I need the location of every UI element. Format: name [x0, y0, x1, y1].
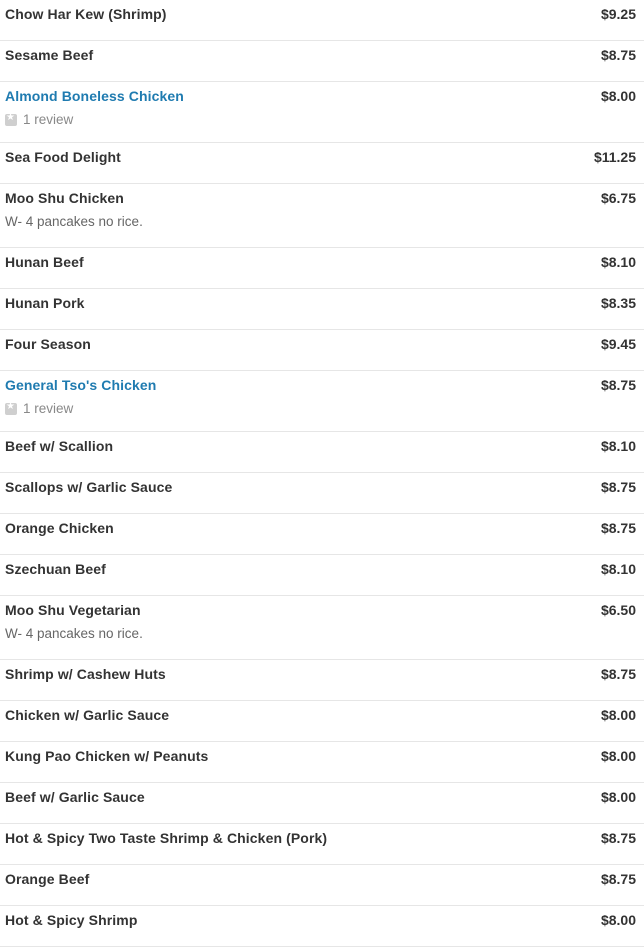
review-count-label: 1 review — [23, 112, 74, 127]
menu-item-name: Hunan Pork — [5, 295, 85, 311]
menu-item-row[interactable]: Moo Shu Chicken $6.75 W- 4 pancakes no ric… — [0, 184, 644, 248]
menu-item-price: $9.25 — [600, 6, 636, 22]
menu-item-row[interactable]: Beef w/ Garlic Sauce $8.00 — [0, 783, 644, 824]
menu-item-name: Szechuan Beef — [5, 561, 106, 577]
menu-item-row[interactable]: Szechuan Beef $8.10 — [0, 555, 644, 596]
menu-list: Chow Har Kew (Shrimp) $9.25 Sesame Beef $8.… — [0, 0, 644, 947]
menu-item-name: Chicken w/ Garlic Sauce — [5, 707, 170, 723]
menu-item-name: Hot & Spicy Two Taste Shrimp & Chicken (… — [5, 830, 328, 846]
menu-item-row[interactable]: Sea Food Delight $11.25 — [0, 143, 644, 184]
menu-item-price: $8.75 — [600, 47, 636, 63]
menu-item-name: Kung Pao Chicken w/ Peanuts — [5, 748, 209, 764]
menu-item-row[interactable]: Shrimp w/ Cashew Huts $8.75 — [0, 660, 644, 701]
menu-item-row[interactable]: Chow Har Kew (Shrimp) $9.25 — [0, 0, 644, 41]
menu-item-name: Orange Beef — [5, 871, 90, 887]
menu-item-price: $6.75 — [600, 190, 636, 206]
menu-item-name: Beef w/ Scallion — [5, 438, 114, 454]
menu-item-name: Shrimp w/ Cashew Huts — [5, 666, 166, 682]
menu-item-name-link[interactable]: Almond Boneless Chicken — [5, 88, 184, 104]
menu-item-name: Scallops w/ Garlic Sauce — [5, 479, 173, 495]
menu-item-price: $8.75 — [600, 377, 636, 393]
menu-item-description: W- 4 pancakes no rice. — [5, 626, 143, 641]
menu-item-name: Orange Chicken — [5, 520, 114, 536]
menu-item-price: $8.10 — [600, 438, 636, 454]
menu-item-name: Moo Shu Chicken — [5, 190, 124, 206]
menu-item-row[interactable]: Orange Beef $8.75 — [0, 865, 644, 906]
menu-item-name: Chow Har Kew (Shrimp) — [5, 6, 167, 22]
menu-item-price: $8.10 — [600, 561, 636, 577]
menu-item-name: Moo Shu Vegetarian — [5, 602, 141, 618]
menu-item-price: $9.45 — [600, 336, 636, 352]
menu-item-price: $8.75 — [600, 479, 636, 495]
menu-item-row[interactable]: Hot & Spicy Two Taste Shrimp & Chicken (… — [0, 824, 644, 865]
menu-item-row[interactable]: Four Season $9.45 — [0, 330, 644, 371]
menu-item-price: $8.75 — [600, 830, 636, 846]
review-count-label: 1 review — [23, 401, 74, 416]
menu-item-name: Sea Food Delight — [5, 149, 121, 165]
menu-item-name-link[interactable]: General Tso's Chicken — [5, 377, 156, 393]
review-count[interactable]: 1 review — [5, 112, 73, 127]
menu-item-row[interactable]: Orange Chicken $8.75 — [0, 514, 644, 555]
menu-item-price: $8.00 — [600, 88, 636, 104]
menu-item-row[interactable]: Beef w/ Scallion $8.10 — [0, 432, 644, 473]
menu-item-price: $8.75 — [600, 871, 636, 887]
menu-item-price: $8.00 — [600, 912, 636, 928]
menu-item-row[interactable]: Hunan Pork $8.35 — [0, 289, 644, 330]
menu-item-name: Sesame Beef — [5, 47, 94, 63]
menu-item-row[interactable]: General Tso's Chicken $8.75 1 review — [0, 371, 644, 432]
menu-item-price: $8.10 — [600, 254, 636, 270]
menu-item-name: Four Season — [5, 336, 91, 352]
review-count[interactable]: 1 review — [5, 401, 73, 416]
menu-item-name: Hunan Beef — [5, 254, 84, 270]
menu-item-name: Beef w/ Garlic Sauce — [5, 789, 145, 805]
menu-item-price: $6.50 — [600, 602, 636, 618]
menu-item-price: $8.00 — [600, 789, 636, 805]
menu-item-price: $8.75 — [600, 520, 636, 536]
menu-item-row[interactable]: Chicken w/ Garlic Sauce $8.00 — [0, 701, 644, 742]
menu-item-price: $8.00 — [600, 707, 636, 723]
star-icon — [5, 112, 17, 126]
menu-item-price: $8.35 — [600, 295, 636, 311]
menu-item-row[interactable]: Scallops w/ Garlic Sauce $8.75 — [0, 473, 644, 514]
menu-item-row[interactable]: Hunan Beef $8.10 — [0, 248, 644, 289]
menu-item-row[interactable]: Kung Pao Chicken w/ Peanuts $8.00 — [0, 742, 644, 783]
star-icon — [5, 401, 17, 415]
menu-item-row[interactable]: Almond Boneless Chicken $8.00 1 review — [0, 82, 644, 143]
menu-item-row[interactable]: Sesame Beef $8.75 — [0, 41, 644, 82]
menu-item-row[interactable]: Moo Shu Vegetarian $6.50 W- 4 pancakes no … — [0, 596, 644, 660]
menu-item-name: Hot & Spicy Shrimp — [5, 912, 138, 928]
menu-item-price: $8.75 — [600, 666, 636, 682]
menu-item-description: W- 4 pancakes no rice. — [5, 214, 143, 229]
menu-item-price: $8.00 — [600, 748, 636, 764]
menu-item-row[interactable]: Hot & Spicy Shrimp $8.00 — [0, 906, 644, 947]
menu-item-price: $11.25 — [593, 149, 636, 165]
